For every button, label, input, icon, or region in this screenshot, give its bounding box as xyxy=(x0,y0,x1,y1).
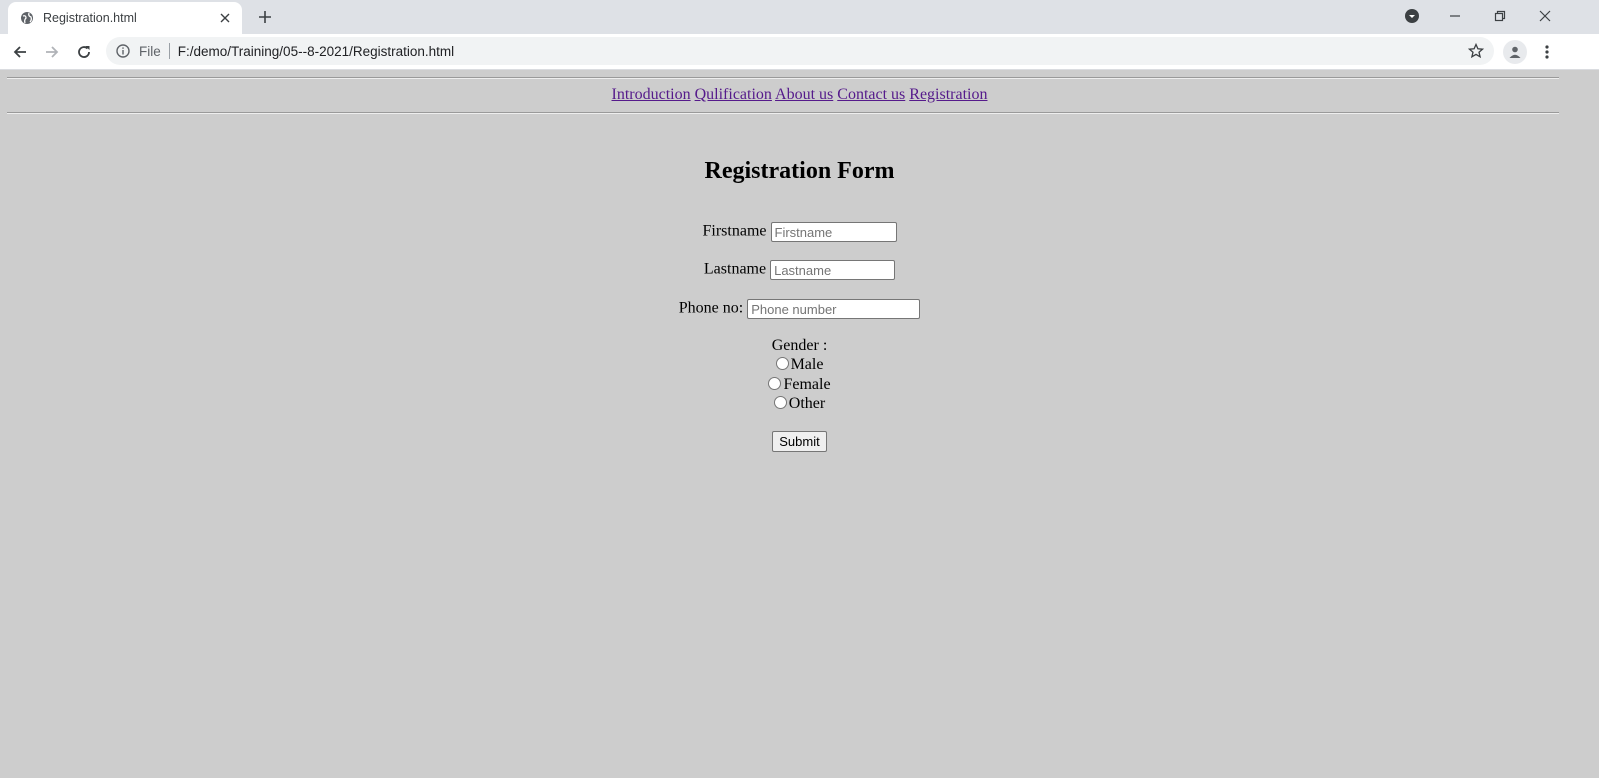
browser-toolbar: File F:/demo/Training/05--8-2021/Registr… xyxy=(0,34,1599,70)
other-label: Other xyxy=(788,395,826,412)
tab-search-icon[interactable] xyxy=(1389,0,1435,32)
female-label: Female xyxy=(783,376,831,393)
nav-link-about-us[interactable]: About us xyxy=(775,86,833,103)
page-content: Introduction Qulification About us Conta… xyxy=(0,70,1599,778)
page-title: Registration Form xyxy=(704,158,895,184)
nav-link-registration[interactable]: Registration xyxy=(909,86,987,103)
address-bar[interactable]: File F:/demo/Training/05--8-2021/Registr… xyxy=(106,37,1494,65)
lastname-label: Lastname xyxy=(703,260,767,278)
url-scheme-label: File xyxy=(139,43,161,59)
gender-label: Gender : xyxy=(771,337,828,354)
url-text[interactable]: F:/demo/Training/05--8-2021/Registration… xyxy=(178,44,454,59)
submit-row: Submit xyxy=(0,431,1599,452)
restore-icon[interactable] xyxy=(1477,0,1523,32)
phone-label: Phone no: xyxy=(678,299,744,317)
close-window-icon[interactable] xyxy=(1522,0,1568,32)
more-menu-icon[interactable] xyxy=(1536,40,1558,64)
nav-link-qulification[interactable]: Qulification xyxy=(695,86,772,103)
bottom-divider xyxy=(7,112,1559,114)
browser-tab[interactable]: Registration.html xyxy=(8,2,242,34)
phone-row: Phone no: xyxy=(0,299,1599,319)
browser-chrome: Registration.html File F:/demo/Training/… xyxy=(0,0,1599,70)
minimize-icon[interactable] xyxy=(1432,0,1478,32)
lastname-row: Lastname xyxy=(0,260,1599,280)
gender-option-male[interactable]: Male xyxy=(0,356,1599,374)
female-radio[interactable] xyxy=(768,377,782,390)
gender-label-row: Gender : xyxy=(0,337,1599,355)
other-radio[interactable] xyxy=(773,396,787,409)
top-divider xyxy=(7,77,1559,79)
info-icon[interactable] xyxy=(115,43,131,59)
phone-input[interactable] xyxy=(747,299,921,319)
bookmark-star-icon[interactable] xyxy=(1468,43,1484,59)
forward-icon[interactable] xyxy=(38,38,66,66)
firstname-label: Firstname xyxy=(702,222,767,240)
close-tab-icon[interactable] xyxy=(217,10,233,26)
reload-icon[interactable] xyxy=(70,38,98,66)
globe-icon xyxy=(19,10,35,26)
lastname-input[interactable] xyxy=(770,260,896,280)
tab-title: Registration.html xyxy=(43,11,137,25)
url-separator xyxy=(168,43,170,59)
male-label: Male xyxy=(790,356,824,373)
site-nav: Introduction Qulification About us Conta… xyxy=(0,86,1599,104)
nav-link-contact-us[interactable]: Contact us xyxy=(837,86,905,103)
back-icon[interactable] xyxy=(6,38,34,66)
gender-option-female[interactable]: Female xyxy=(0,376,1599,394)
firstname-row: Firstname xyxy=(0,222,1599,242)
firstname-input[interactable] xyxy=(770,222,897,242)
profile-avatar-icon[interactable] xyxy=(1503,40,1527,64)
gender-option-other[interactable]: Other xyxy=(0,395,1599,413)
tab-strip: Registration.html xyxy=(0,0,1599,34)
new-tab-icon[interactable] xyxy=(254,6,276,28)
submit-button[interactable]: Submit xyxy=(772,431,827,452)
nav-link-introduction[interactable]: Introduction xyxy=(612,86,691,103)
male-radio[interactable] xyxy=(775,357,789,370)
